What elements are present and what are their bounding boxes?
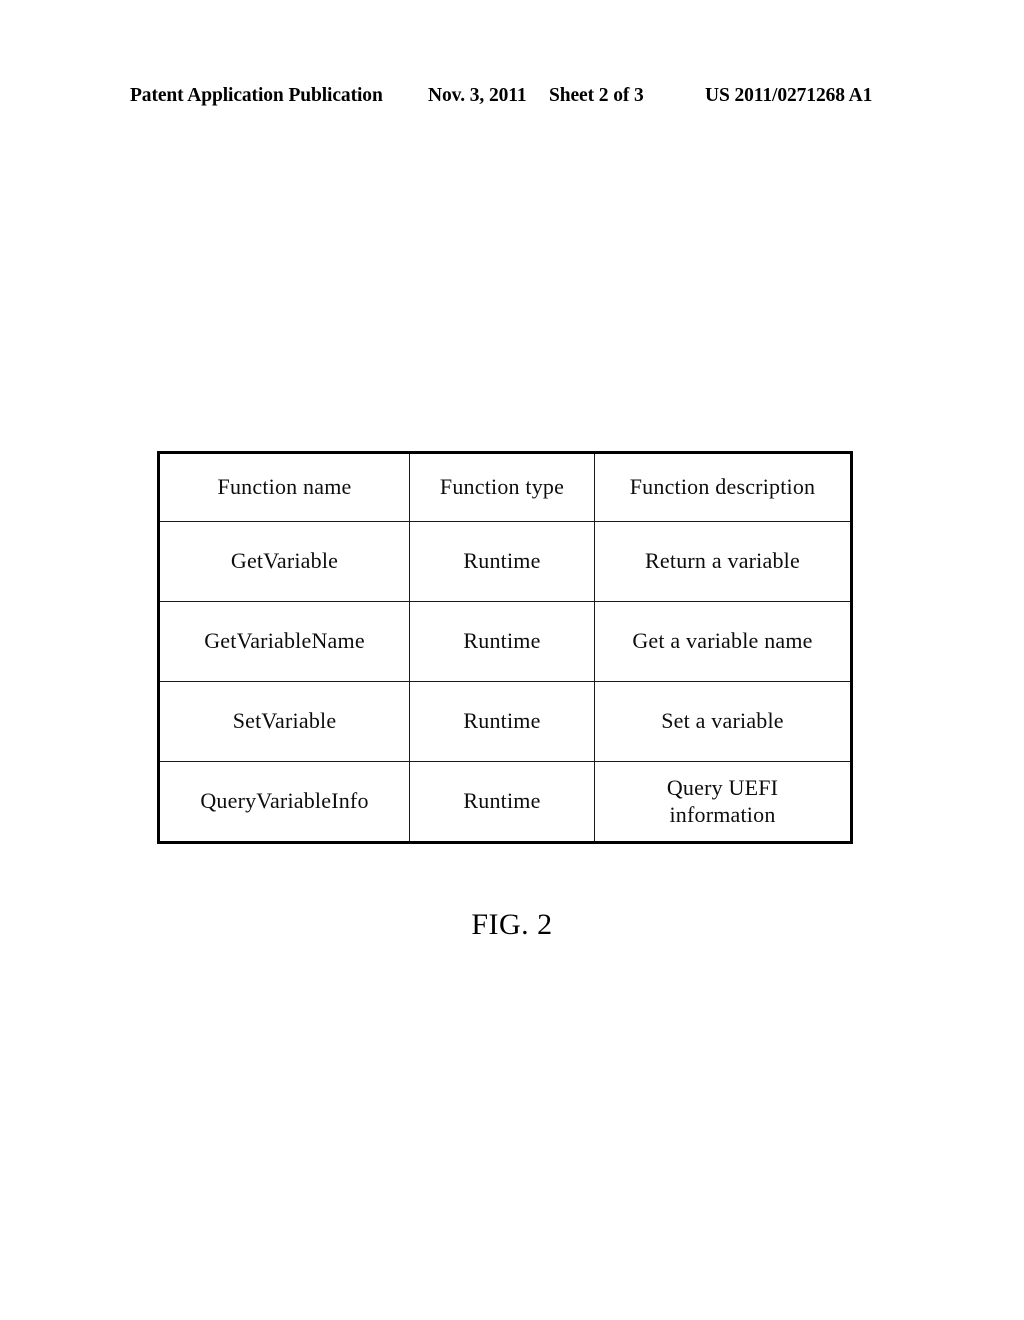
- header-publication-number: US 2011/0271268 A1: [705, 85, 873, 106]
- cell-description-line: Get a variable name: [632, 628, 813, 654]
- page-running-header: Patent Application Publication Nov. 3, 2…: [130, 83, 890, 109]
- cell-function-description: Return a variable: [594, 521, 852, 602]
- table-row: GetVariableName Runtime Get a variable n…: [158, 601, 852, 682]
- cell-function-description: Get a variable name: [594, 601, 852, 682]
- header-publication-label: Patent Application Publication: [130, 85, 383, 106]
- figure-caption: FIG. 2: [471, 908, 553, 941]
- cell-function-description: Set a variable: [594, 681, 852, 762]
- table-row: GetVariable Runtime Return a variable: [158, 521, 852, 602]
- cell-function-name: GetVariableName: [158, 601, 410, 682]
- column-header-function-type: Function type: [409, 452, 595, 522]
- cell-description-line: information: [669, 801, 776, 827]
- cell-description-line: Set a variable: [661, 708, 784, 734]
- table-header-row: Function name Function type Function des…: [158, 452, 852, 522]
- cell-function-name: QueryVariableInfo: [158, 761, 410, 843]
- cell-function-name: GetVariable: [158, 521, 410, 602]
- column-header-function-name: Function name: [158, 452, 410, 522]
- cell-function-description: Query UEFI information: [594, 761, 852, 843]
- cell-function-type: Runtime: [409, 601, 595, 682]
- header-sheet-number: Sheet 2 of 3: [549, 85, 644, 106]
- cell-function-type: Runtime: [409, 761, 595, 843]
- function-table: Function name Function type Function des…: [157, 451, 853, 844]
- cell-function-type: Runtime: [409, 521, 595, 602]
- cell-function-type: Runtime: [409, 681, 595, 762]
- column-header-function-description: Function description: [594, 452, 852, 522]
- table-row: SetVariable Runtime Set a variable: [158, 681, 852, 762]
- cell-description-line: Return a variable: [645, 548, 800, 574]
- cell-description-line: Query UEFI: [666, 774, 779, 800]
- cell-function-name: SetVariable: [158, 681, 410, 762]
- table-row: QueryVariableInfo Runtime Query UEFI inf…: [158, 761, 852, 843]
- header-publication-date: Nov. 3, 2011: [428, 85, 527, 106]
